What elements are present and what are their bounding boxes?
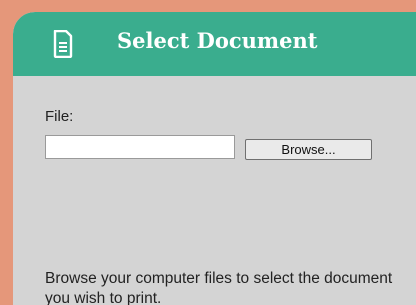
file-label: File: — [45, 108, 74, 125]
file-path-input[interactable] — [45, 135, 235, 159]
document-icon — [53, 29, 73, 59]
help-text: Browse your computer files to select the… — [45, 270, 393, 305]
browse-button[interactable]: Browse... — [245, 139, 372, 160]
select-document-panel: Select Document File: Browse... Browse y… — [13, 12, 416, 305]
dialog-title: Select Document — [117, 28, 318, 53]
panel-header: Select Document — [13, 12, 416, 76]
